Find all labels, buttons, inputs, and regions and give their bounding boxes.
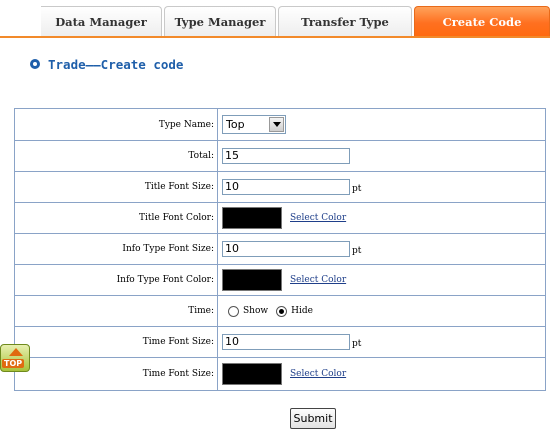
chevron-down-icon[interactable] (269, 117, 284, 132)
row-title-font-color: Title Font Color: Select Color (15, 202, 545, 233)
tab-type-manager[interactable]: Type Manager (164, 6, 276, 36)
submit-button[interactable]: Submit (290, 408, 336, 429)
info-type-font-color-swatch[interactable] (222, 269, 282, 291)
time-font-color-swatch[interactable] (222, 363, 282, 385)
row-time-font-size: Time Font Size: 10 pt (15, 326, 545, 357)
tab-bar: Data Manager Type Manager Transfer Type … (0, 0, 550, 38)
unit-label: pt (352, 245, 362, 256)
tab-create-code[interactable]: Create Code (414, 6, 550, 36)
up-arrow-icon (9, 348, 23, 356)
row-info-type-font-size: Info Type Font Size: 10 pt (15, 233, 545, 264)
time-hide-label: Hide (291, 306, 313, 316)
row-time-font-color: Time Font Size: Select Color (15, 357, 545, 390)
info-type-font-color-label: Info Type Font Color: (15, 265, 218, 295)
time-select-color-link[interactable]: Select Color (290, 369, 346, 379)
info-type-font-size-label: Info Type Font Size: (15, 234, 218, 264)
tab-transfer-type[interactable]: Transfer Type (278, 6, 412, 36)
total-input[interactable]: 15 (222, 148, 350, 164)
title-font-size-label: Title Font Size: (15, 172, 218, 202)
info-type-font-size-input[interactable]: 10 (222, 241, 350, 257)
tab-data-manager[interactable]: Data Manager (41, 6, 162, 36)
type-name-label: Type Name: (15, 109, 218, 140)
type-name-select[interactable]: Top (222, 115, 286, 134)
title-font-color-swatch[interactable] (222, 207, 282, 229)
create-code-form: Type Name: Top Total: 15 Title Font Size… (14, 108, 546, 391)
time-font-color-label: Time Font Size: (15, 358, 218, 390)
bullet-icon (30, 59, 40, 69)
time-label: Time: (15, 296, 218, 326)
top-badge-label: TOP (2, 359, 25, 368)
unit-label: pt (352, 338, 362, 349)
row-title-font-size: Title Font Size: 10 pt (15, 171, 545, 202)
time-show-radio[interactable] (228, 305, 239, 317)
page-title: Trade——Create code (48, 57, 184, 72)
title-font-size-input[interactable]: 10 (222, 179, 350, 195)
total-label: Total: (15, 141, 218, 171)
time-show-label: Show (243, 306, 269, 316)
info-type-select-color-link[interactable]: Select Color (290, 275, 346, 285)
time-font-size-label: Time Font Size: (15, 327, 218, 357)
row-info-type-font-color: Info Type Font Color: Select Color (15, 264, 545, 295)
time-hide-radio[interactable] (276, 305, 288, 317)
unit-label: pt (352, 183, 362, 194)
row-type-name: Type Name: Top (15, 109, 545, 140)
time-font-size-input[interactable]: 10 (222, 334, 350, 350)
title-font-color-label: Title Font Color: (15, 203, 218, 233)
row-total: Total: 15 (15, 140, 545, 171)
type-name-selected-value: Top (226, 118, 245, 131)
row-time: Time: Show Hide (15, 295, 545, 326)
title-select-color-link[interactable]: Select Color (290, 213, 346, 223)
back-to-top-button[interactable]: TOP (0, 344, 30, 372)
tab-underline (0, 36, 550, 38)
